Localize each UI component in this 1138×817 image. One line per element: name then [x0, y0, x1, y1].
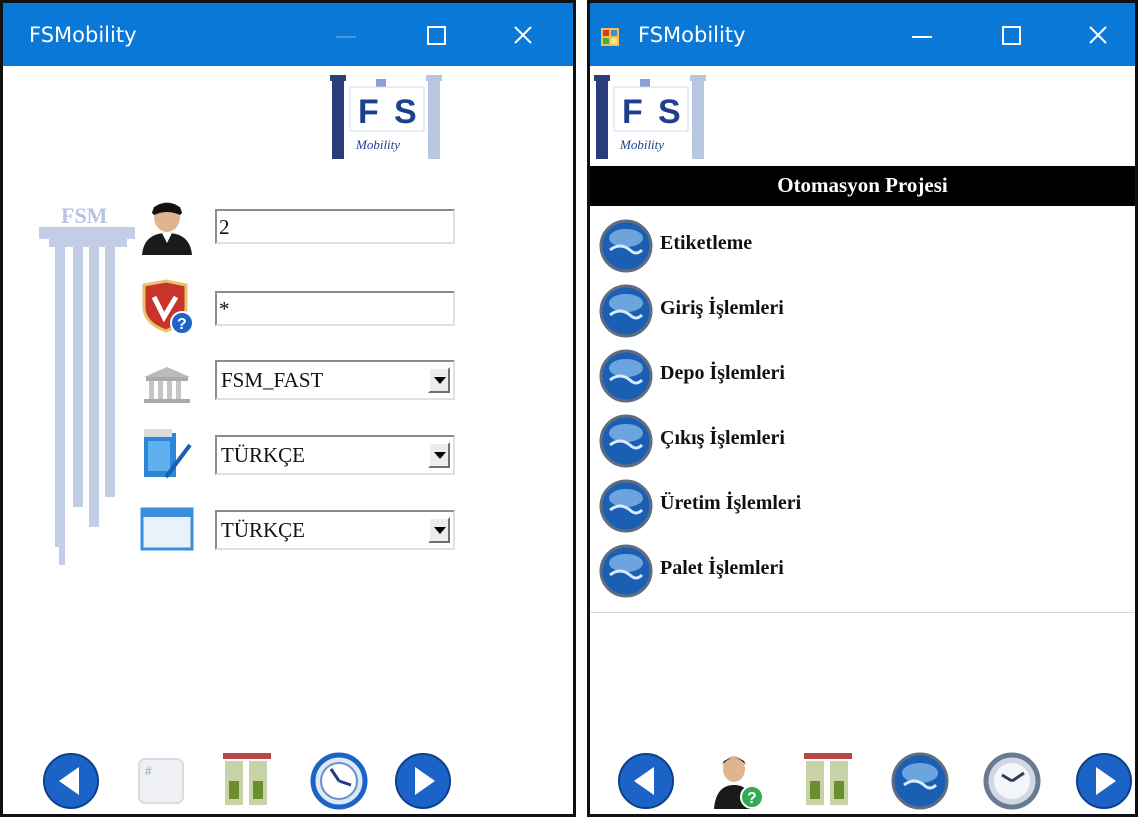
close-icon — [1089, 26, 1107, 44]
menu-window: FSMobility F S Mobility Otomasyon Projes… — [587, 0, 1138, 817]
arrow-left-icon — [618, 753, 674, 809]
globe-icon — [598, 218, 654, 274]
svg-text:#: # — [145, 764, 152, 778]
user-help-button[interactable]: ? — [708, 751, 768, 811]
password-shield-icon: ? — [140, 279, 194, 335]
fsm-watermark: FSM — [39, 201, 139, 571]
fsm-logo: F S Mobility — [592, 71, 716, 165]
barcode-scanner-button[interactable] — [798, 751, 858, 811]
title-bar[interactable]: FSMobility — [3, 3, 573, 66]
globe-icon — [598, 348, 654, 404]
window-icon — [140, 505, 194, 557]
menu-item[interactable]: Üretim İşlemleri — [594, 478, 1114, 534]
keypad-button[interactable]: # — [131, 751, 191, 811]
clock-button[interactable] — [982, 751, 1042, 811]
maximize-button[interactable] — [412, 17, 458, 53]
language-select-2-value: TÜRKÇE — [221, 518, 305, 542]
svg-text:?: ? — [747, 790, 757, 807]
globe-icon — [598, 283, 654, 339]
menu-item[interactable]: Etiketleme — [594, 218, 1114, 274]
menu-item-label: Etiketleme — [660, 232, 753, 254]
menu-item-label: Giriş İşlemleri — [660, 297, 784, 319]
arrow-right-icon — [395, 753, 451, 809]
user-help-icon: ? — [714, 756, 764, 809]
language-select-2[interactable]: TÜRKÇE — [215, 510, 455, 550]
arrow-right-icon — [1076, 753, 1132, 809]
back-button[interactable] — [616, 751, 676, 811]
divider — [590, 612, 1135, 613]
scanner-icon — [804, 753, 852, 805]
close-button[interactable] — [500, 17, 546, 53]
logo-letter-f: F — [622, 93, 643, 131]
minimize-button[interactable] — [900, 17, 946, 53]
fsm-logo: F S Mobility — [328, 71, 452, 165]
menu-item-label: Palet İşlemleri — [660, 557, 784, 579]
chevron-down-icon[interactable] — [428, 367, 450, 393]
back-button[interactable] — [41, 751, 101, 811]
login-window: FSMobility F S Mobility FSM 2 ? * FSM_FA… — [0, 0, 576, 817]
database-building-icon — [140, 359, 194, 411]
window-title: FSMobility — [638, 23, 746, 47]
title-bar[interactable]: FSMobility — [590, 3, 1135, 66]
chevron-down-icon[interactable] — [428, 517, 450, 543]
menu-item-label: Üretim İşlemleri — [660, 492, 802, 514]
barcode-scanner-button[interactable] — [217, 751, 277, 811]
globe-icon — [598, 543, 654, 599]
password-input[interactable]: * — [215, 291, 455, 326]
globe-icon — [598, 413, 654, 469]
globe-icon — [891, 752, 949, 810]
menu-header: Otomasyon Projesi — [590, 166, 1135, 206]
close-button[interactable] — [1075, 17, 1121, 53]
menu-item[interactable]: Palet İşlemleri — [594, 543, 1114, 599]
logo-subtitle: Mobility — [355, 137, 400, 152]
logo-letter-f: F — [358, 93, 379, 131]
minimize-button[interactable] — [324, 17, 370, 53]
language-select-value: TÜRKÇE — [221, 443, 305, 467]
database-select-value: FSM_FAST — [221, 368, 324, 392]
forward-button[interactable] — [1074, 751, 1134, 811]
globe-button[interactable] — [890, 751, 950, 811]
clock-icon — [310, 752, 368, 810]
app-icon — [600, 27, 620, 47]
arrow-left-icon — [43, 753, 99, 809]
user-code-input[interactable]: 2 — [215, 209, 455, 244]
chevron-down-icon[interactable] — [428, 442, 450, 468]
scanner-icon — [223, 753, 271, 805]
svg-text:?: ? — [177, 316, 187, 333]
logo-letter-s: S — [394, 93, 417, 131]
clock-icon — [983, 752, 1041, 810]
menu-item[interactable]: Çıkış İşlemleri — [594, 413, 1114, 469]
language-select[interactable]: TÜRKÇE — [215, 435, 455, 475]
menu-item[interactable]: Giriş İşlemleri — [594, 283, 1114, 339]
language-book-icon — [140, 427, 194, 479]
maximize-button[interactable] — [987, 17, 1033, 53]
menu-item[interactable]: Depo İşlemleri — [594, 348, 1114, 404]
clock-button[interactable] — [309, 751, 369, 811]
close-icon — [514, 26, 532, 44]
database-select[interactable]: FSM_FAST — [215, 360, 455, 400]
window-title: FSMobility — [29, 23, 137, 47]
logo-letter-s: S — [658, 93, 681, 131]
globe-icon — [598, 478, 654, 534]
keyboard-key-icon: # — [138, 758, 184, 804]
logo-subtitle: Mobility — [619, 137, 664, 152]
menu-item-label: Çıkış İşlemleri — [660, 427, 785, 449]
menu-item-label: Depo İşlemleri — [660, 362, 785, 384]
forward-button[interactable] — [393, 751, 453, 811]
user-icon — [140, 199, 194, 255]
watermark-text: FSM — [61, 203, 108, 228]
